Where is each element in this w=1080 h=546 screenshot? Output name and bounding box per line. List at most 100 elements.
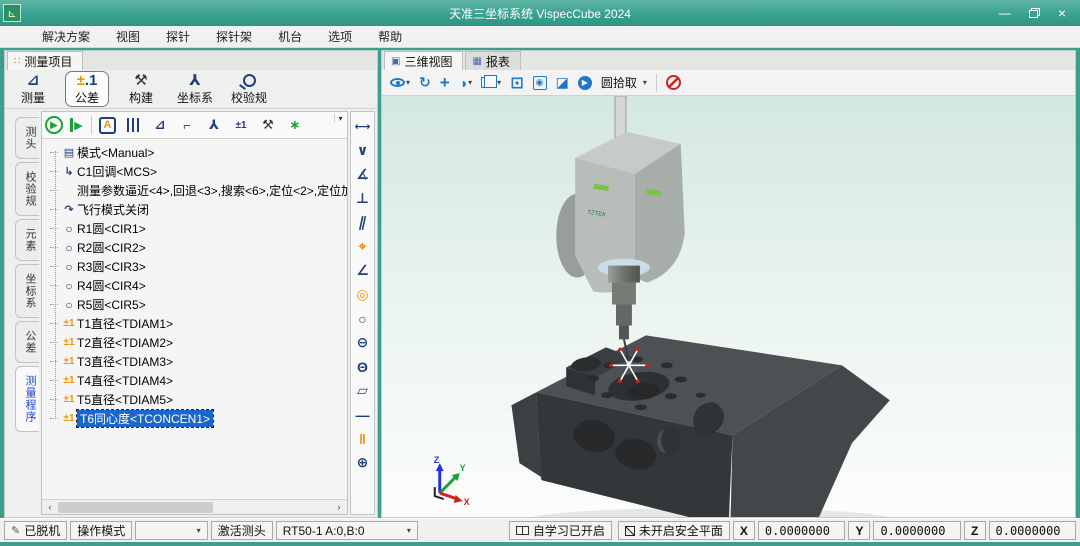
tolerance-tool-button[interactable]: ±1 xyxy=(231,115,251,135)
menu-machine[interactable]: 机台 xyxy=(278,28,302,45)
menu-probe[interactable]: 探针 xyxy=(166,28,190,45)
tree-item-diameter-2[interactable]: ±1T2直径<TDIAM2> xyxy=(50,333,347,352)
tolerance-icon: ±1 xyxy=(61,356,77,367)
side-tab-csys[interactable]: 坐标系 xyxy=(15,264,39,318)
tolerance-icon: ±1 xyxy=(61,394,77,405)
straightness-icon[interactable]: — xyxy=(352,403,373,426)
auto-label-button[interactable]: A xyxy=(99,117,116,134)
construct-tool-button[interactable]: ⚒ xyxy=(258,115,278,135)
circle-icon: ○ xyxy=(61,279,77,293)
horizontal-scrollbar[interactable]: ‹ › xyxy=(42,499,347,514)
tree-item-circle-5[interactable]: ○R5圆<CIR5> xyxy=(50,295,347,314)
tree-item-circle-3[interactable]: ○R3圆<CIR3> xyxy=(50,257,347,276)
construct-button[interactable]: ⚒ 构建 xyxy=(119,71,163,107)
tree-item-circle-1[interactable]: ○R1圆<CIR1> xyxy=(50,219,347,238)
measure-icon: ⊿ xyxy=(27,72,40,89)
tree-item-fly-mode[interactable]: ↷飞行模式关闭 xyxy=(50,200,347,219)
tolerance-icon: ±1 xyxy=(61,413,77,424)
close-button[interactable]: × xyxy=(1058,7,1066,19)
side-tab-program[interactable]: 测量程序 xyxy=(15,366,39,432)
view-cube-button[interactable]: ▾ xyxy=(481,77,501,88)
play-view-button[interactable]: ▶ xyxy=(578,76,592,90)
distance-icon[interactable]: ⟷ xyxy=(352,115,373,138)
scroll-right-arrow[interactable]: › xyxy=(333,502,345,512)
side-tab-elements[interactable]: 元素 xyxy=(15,219,39,261)
minimize-button[interactable]: — xyxy=(999,7,1011,19)
tree-item-diameter-5[interactable]: ±1T5直径<TDIAM5> xyxy=(50,390,347,409)
render-style-button[interactable]: ◑▾ xyxy=(459,75,472,91)
hammer-icon: ⚒ xyxy=(134,72,147,89)
scrollbar-thumb[interactable] xyxy=(58,502,213,513)
pan-view-button[interactable]: + xyxy=(440,73,450,93)
run-program-button[interactable]: ▶ xyxy=(45,116,63,134)
side-tab-tolerance[interactable]: 公差 xyxy=(15,321,39,363)
viewport-3d[interactable]: TZTEK xyxy=(382,96,1075,517)
tolerance-icon: ±1 xyxy=(61,337,77,348)
tree-item-circle-2[interactable]: ○R2圆<CIR2> xyxy=(50,238,347,257)
csys-tool-button[interactable]: ⅄ xyxy=(204,115,224,135)
tab-report[interactable]: ▦ 报表 xyxy=(465,51,520,70)
angularity-icon[interactable]: ∠ xyxy=(352,259,373,282)
view-panel: ▣ 三维视图 ▦ 报表 ▾ ↻ + ◑▾ ▾ ⊡ ◉ ◪ ▶ 圆拾取▾ xyxy=(381,50,1076,518)
menu-solution[interactable]: 解决方案 xyxy=(42,28,90,45)
program-tree: ▤模式<Manual> ↳C1回调<MCS> 测量参数逼近<4>,回退<3>,搜… xyxy=(42,139,347,499)
menu-probe-rack[interactable]: 探针架 xyxy=(216,28,252,45)
coord-y-value: 0.0000000 xyxy=(873,521,961,540)
coordinate-system-button[interactable]: ⅄ 坐标系 xyxy=(173,71,217,107)
gauge-button[interactable]: 校验规 xyxy=(227,71,271,107)
active-probe-label: 激活测头 xyxy=(211,521,273,540)
gauge-tool-button[interactable]: ∗ xyxy=(285,115,305,135)
runout-icon[interactable]: Θ xyxy=(352,355,373,378)
gdt-toolbar: ⟷ ∨ ∡ ⊥ ∥ ⌖ ∠ ◎ ○ ⊖ Θ ▱ — ‖ ⊕ xyxy=(350,111,375,515)
position-icon[interactable]: ⌖ xyxy=(352,235,373,258)
tree-item-diameter-4[interactable]: ±1T4直径<TDIAM4> xyxy=(50,371,347,390)
restore-button[interactable] xyxy=(1029,8,1040,18)
symmetry-icon[interactable]: ‖ xyxy=(352,427,373,450)
measure-button[interactable]: ⊿ 测量 xyxy=(11,71,55,107)
tab-3d-view[interactable]: ▣ 三维视图 xyxy=(384,51,463,70)
tolerance-button[interactable]: ±.1 公差 xyxy=(65,71,109,107)
measure-tool-button[interactable]: ⊿ xyxy=(150,115,170,135)
emergency-stop-button[interactable] xyxy=(666,75,681,90)
tree-item-circle-4[interactable]: ○R4圆<CIR4> xyxy=(50,276,347,295)
visibility-button[interactable]: ▾ xyxy=(390,78,410,87)
v-angle-icon[interactable]: ∨ xyxy=(352,139,373,162)
flatness-icon[interactable]: ▱ xyxy=(352,379,373,402)
cube-icon xyxy=(481,77,492,88)
operation-mode-dropdown[interactable]: ▾ xyxy=(135,521,207,540)
locate-button[interactable]: ◉ xyxy=(533,76,547,90)
corner-tool-button[interactable]: ⌐ xyxy=(177,115,197,135)
tree-item-concentricity[interactable]: ±1T6同心度<TCONCEN1> xyxy=(50,409,347,428)
concentricity-icon[interactable]: ◎ xyxy=(352,283,373,306)
viewport-toolbar: ▾ ↻ + ◑▾ ▾ ⊡ ◉ ◪ ▶ 圆拾取▾ xyxy=(382,70,1075,96)
scroll-left-arrow[interactable]: ‹ xyxy=(44,502,56,512)
tree-item-mode[interactable]: ▤模式<Manual> xyxy=(50,143,347,162)
tree-item-diameter-1[interactable]: ±1T1直径<TDIAM1> xyxy=(50,314,347,333)
angle-icon[interactable]: ∡ xyxy=(352,163,373,186)
circle-pick-dropdown[interactable]: 圆拾取▾ xyxy=(601,74,647,91)
active-probe-dropdown[interactable]: RT50-1 A:0,B:0▾ xyxy=(276,521,418,540)
step-run-button[interactable]: ▶ xyxy=(70,118,84,132)
tree-item-callback[interactable]: ↳C1回调<MCS> xyxy=(50,162,347,181)
magnifier-icon xyxy=(243,72,256,89)
window-select-button[interactable]: ◪ xyxy=(556,74,569,91)
perpendicularity-icon[interactable]: ⊥ xyxy=(352,187,373,210)
parameters-button[interactable] xyxy=(123,115,143,135)
parallelism-icon[interactable]: ∥ xyxy=(350,211,376,234)
rotate-view-button[interactable]: ↻ xyxy=(419,74,431,91)
circularity-icon[interactable]: ○ xyxy=(352,307,373,330)
true-position-icon[interactable]: ⊕ xyxy=(352,451,373,474)
menu-view[interactable]: 视图 xyxy=(116,28,140,45)
tab-measurement-items[interactable]: ∷ 测量项目 xyxy=(7,51,83,70)
menu-help[interactable]: 帮助 xyxy=(378,28,402,45)
tree-item-parameters[interactable]: 测量参数逼近<4>,回退<3>,搜索<6>,定位<2>,定位加<2>,测量速度<… xyxy=(50,181,347,200)
side-tab-gauge[interactable]: 校验规 xyxy=(15,162,39,216)
tree-item-diameter-3[interactable]: ±1T3直径<TDIAM3> xyxy=(50,352,347,371)
zoom-fit-button[interactable]: ⊡ xyxy=(510,73,523,93)
play-icon: ▶ xyxy=(578,76,592,90)
cylindricity-icon[interactable]: ⊖ xyxy=(352,331,373,354)
side-tab-probe[interactable]: 测头 xyxy=(15,117,39,159)
toolbar-overflow-button[interactable]: ▾ xyxy=(334,114,346,123)
menu-options[interactable]: 选项 xyxy=(328,28,352,45)
program-tree-panel: ▶ ▶ A ⊿ ⌐ ⅄ ±1 ⚒ ∗ ▾ ▤模式<Manual> ↳C1回调< xyxy=(41,111,348,515)
